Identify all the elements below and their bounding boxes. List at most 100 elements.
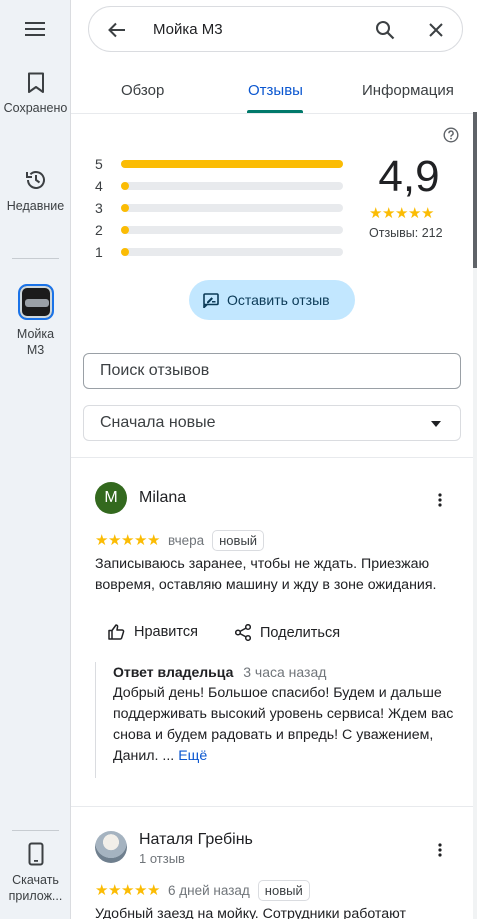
rating-bar-label: 3: [95, 200, 103, 216]
rating-bar-5[interactable]: 5: [95, 156, 343, 172]
search-button[interactable]: [373, 18, 397, 42]
review-search-input[interactable]: Поиск отзывов: [83, 353, 461, 389]
rating-bar-fill: [121, 204, 129, 212]
rating-bar-1[interactable]: 1: [95, 244, 343, 260]
review-date: вчера: [168, 533, 205, 548]
sort-selected: Сначала новые: [100, 414, 216, 431]
star-icon: ★: [134, 532, 148, 549]
review-divider: [71, 806, 473, 807]
like-button[interactable]: Нравится: [108, 624, 198, 640]
owner-reply: Ответ владельца 3 часа назад Добрый день…: [95, 662, 455, 778]
rating-bar-label: 5: [95, 156, 103, 172]
rating-bar-3[interactable]: 3: [95, 200, 343, 216]
recent-label: Недавние: [6, 199, 65, 213]
history-icon: [25, 171, 45, 189]
rating-bar-label: 2: [95, 222, 103, 238]
star-icon: ★: [147, 532, 161, 549]
back-button[interactable]: [105, 18, 129, 42]
rate-review-icon: [203, 292, 219, 308]
star-icon: ★: [147, 882, 161, 899]
clear-button[interactable]: [424, 18, 448, 42]
star-icon: ★: [121, 882, 135, 899]
search-input[interactable]: Мойка М3: [153, 21, 223, 38]
owner-reply-text: Добрый день! Большое спасибо! Будем и да…: [113, 685, 454, 764]
menu-button[interactable]: [23, 17, 47, 41]
owner-reply-title: Ответ владельца: [113, 664, 234, 680]
search-box[interactable]: Мойка М3: [88, 6, 463, 52]
download-label: Скачать прилож...: [8, 873, 63, 903]
new-badge: новый: [257, 880, 310, 901]
arrow-back-icon: [108, 22, 125, 38]
write-review-label: Оставить отзыв: [227, 292, 330, 308]
rating-bar-fill: [121, 248, 129, 256]
more-vert-icon: [438, 843, 442, 857]
new-badge: новый: [212, 530, 265, 551]
star-icon: ★: [382, 205, 396, 222]
rating-bar-4[interactable]: 4: [95, 178, 343, 194]
tab-overview[interactable]: Обзор: [121, 82, 164, 99]
help-icon: [443, 127, 459, 143]
owner-reply-date: 3 часа назад: [243, 664, 327, 680]
review-more-button[interactable]: [428, 488, 452, 512]
section-divider: [71, 457, 473, 458]
rating-bar-2[interactable]: 2: [95, 222, 343, 238]
review-count: Отзывы: 212: [369, 226, 443, 240]
avatar[interactable]: [95, 831, 127, 863]
review-author[interactable]: Наталя Гребінь: [139, 831, 253, 849]
sort-select[interactable]: Сначала новые: [83, 405, 461, 441]
star-icon: ★: [121, 532, 135, 549]
share-button[interactable]: Поделиться: [235, 624, 340, 641]
review-text: Записываюсь заранее, чтобы не ждать. При…: [95, 556, 437, 593]
place-thumbnail: [17, 284, 54, 320]
search-icon: [376, 21, 395, 40]
star-icon: ★: [95, 532, 109, 549]
more-vert-icon: [438, 493, 442, 507]
review-text: Удобный заезд на мойку. Сотрудники работ…: [95, 906, 406, 919]
close-icon: [429, 23, 443, 37]
recent-button[interactable]: Недавние: [0, 168, 71, 214]
avatar[interactable]: M: [95, 482, 127, 514]
tab-about[interactable]: Информация: [362, 82, 454, 99]
star-icon: ★: [95, 882, 109, 899]
show-more-link[interactable]: Ещё: [178, 748, 207, 764]
tab-reviews[interactable]: Отзывы: [248, 82, 303, 99]
place-panel: Мойка М3 Обзор Отзывы Информация 5 4 3 2: [71, 0, 473, 919]
download-app-button[interactable]: Скачать прилож...: [0, 842, 71, 904]
rating-bar-label: 1: [95, 244, 103, 260]
average-rating: 4,9: [378, 152, 440, 201]
bookmark-icon: [27, 72, 44, 93]
review-date: 6 дней назад: [168, 883, 250, 898]
star-icon: ★: [108, 882, 122, 899]
review-stars: ★ ★ ★ ★ ★: [95, 883, 160, 898]
review-meta: ★ ★ ★ ★ ★ вчера новый: [95, 530, 265, 551]
rating-bar-fill: [121, 226, 129, 234]
saved-button[interactable]: Сохранено: [0, 72, 71, 116]
saved-label: Сохранено: [3, 101, 68, 115]
phone-icon: [28, 842, 43, 866]
thumb-up-icon: [108, 624, 125, 640]
like-label: Нравится: [134, 624, 198, 640]
review-meta: ★ ★ ★ ★ ★ 6 дней назад новый: [95, 880, 310, 901]
scrollbar-thumb[interactable]: [473, 112, 477, 268]
side-rail: Сохранено Недавние Мойка М3 Скачать прил…: [0, 0, 71, 919]
average-stars: ★ ★ ★ ★ ★: [369, 206, 434, 221]
write-review-button[interactable]: Оставить отзыв: [189, 280, 355, 320]
tab-indicator: [247, 110, 303, 113]
rating-bar-fill: [121, 160, 343, 168]
rating-bar-fill: [121, 182, 129, 190]
dropdown-arrow-icon: [431, 421, 441, 427]
review-stars: ★ ★ ★ ★ ★: [95, 533, 160, 548]
star-icon: ★: [395, 205, 409, 222]
recent-place-button[interactable]: Мойка М3: [0, 284, 71, 358]
review-author[interactable]: Milana: [139, 489, 186, 507]
star-icon: ★: [134, 882, 148, 899]
share-label: Поделиться: [260, 624, 341, 641]
place-label: Мойка М3: [16, 327, 55, 357]
star-icon: ★: [408, 205, 422, 222]
rail-divider: [12, 258, 59, 259]
star-icon: ★: [369, 205, 383, 222]
help-button[interactable]: [442, 126, 460, 144]
rating-bar-label: 4: [95, 178, 103, 194]
share-icon: [235, 624, 251, 641]
review-more-button[interactable]: [428, 838, 452, 862]
